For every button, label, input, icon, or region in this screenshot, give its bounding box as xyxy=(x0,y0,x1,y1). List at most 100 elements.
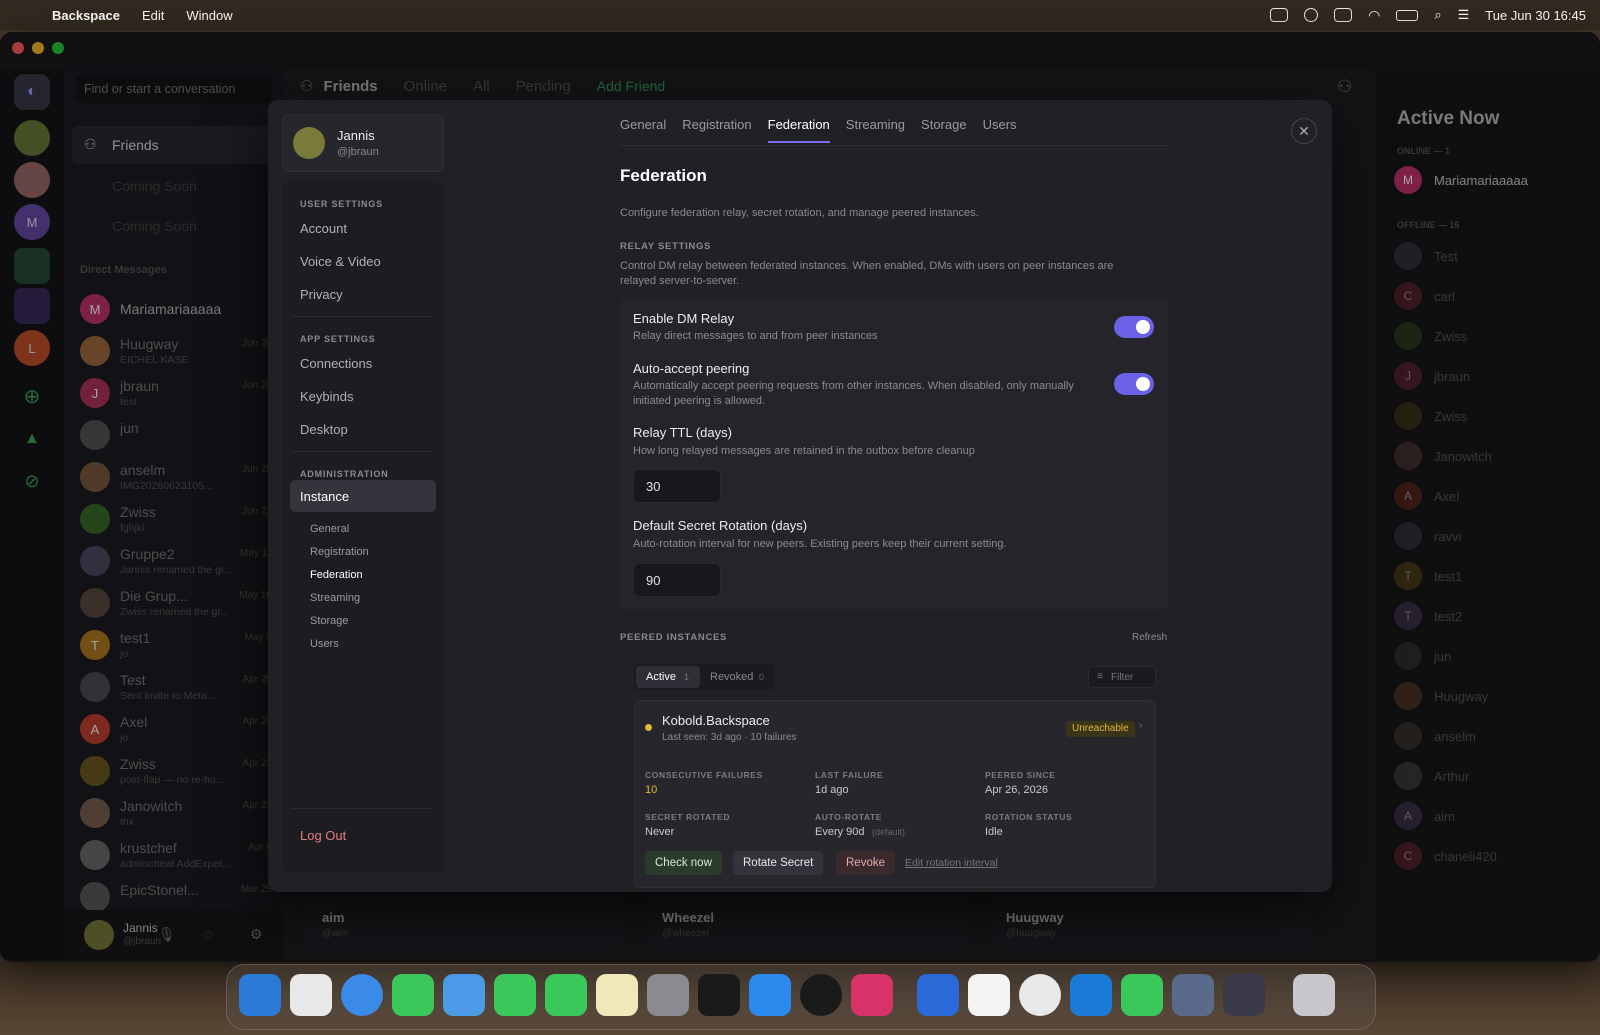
vscode-icon[interactable] xyxy=(1070,974,1112,1016)
secret-rotation-input[interactable]: 90 xyxy=(633,563,721,597)
divider xyxy=(292,316,432,317)
subnav-general[interactable]: General xyxy=(310,523,349,535)
filter-icon: ≡ xyxy=(1097,671,1103,682)
tab-active-label: Active xyxy=(646,671,676,683)
consecutive-failures-label: CONSECUTIVE FAILURES xyxy=(645,770,763,780)
intellij-icon[interactable] xyxy=(851,974,893,1016)
instance-tabs: General Registration Federation Streamin… xyxy=(620,117,1033,143)
backspace-app-icon[interactable] xyxy=(1223,974,1265,1016)
nav-desktop[interactable]: Desktop xyxy=(300,422,348,437)
nav-voice-video[interactable]: Voice & Video xyxy=(300,254,381,269)
nav-account[interactable]: Account xyxy=(300,221,347,236)
tab-federation[interactable]: Federation xyxy=(767,117,830,143)
peered-since-value: Apr 26, 2026 xyxy=(985,784,1048,796)
settings-nav: USER SETTINGS Account Voice & Video Priv… xyxy=(282,182,444,872)
disk-utility-icon[interactable] xyxy=(1172,974,1214,1016)
system-settings-icon[interactable] xyxy=(647,974,689,1016)
blank-app-icon[interactable] xyxy=(968,974,1010,1016)
close-icon[interactable]: ✕ xyxy=(1291,118,1317,144)
menu-edit[interactable]: Edit xyxy=(142,8,164,23)
whatsapp-icon[interactable] xyxy=(1121,974,1163,1016)
auto-rotate-note: (default) xyxy=(872,827,906,837)
edit-rotation-interval-link[interactable]: Edit rotation interval xyxy=(905,857,998,869)
tab-streaming[interactable]: Streaming xyxy=(846,117,905,143)
expand-chevron-icon[interactable]: › xyxy=(1139,720,1142,731)
app-settings-header: APP SETTINGS xyxy=(300,334,376,344)
display-icon[interactable] xyxy=(1334,8,1353,22)
menu-bar: Backspace Edit Window ◠ ⌕ ☰ Tue Jun 30 1… xyxy=(0,0,1600,30)
subnav-streaming[interactable]: Streaming xyxy=(310,592,360,604)
dm-relay-description: Relay direct messages to and from peer i… xyxy=(633,330,878,342)
tab-active-peers[interactable]: Active 1 xyxy=(636,666,700,688)
auto-accept-toggle[interactable] xyxy=(1114,373,1154,395)
subnav-registration[interactable]: Registration xyxy=(310,546,369,558)
nav-privacy[interactable]: Privacy xyxy=(300,287,343,302)
auto-accept-title: Auto-accept peering xyxy=(633,361,750,376)
relay-ttl-input[interactable]: 30 xyxy=(633,469,721,503)
finder-icon[interactable] xyxy=(239,974,281,1016)
apple-icon[interactable] xyxy=(18,7,32,23)
profile-card[interactable]: Jannis @jbraun xyxy=(282,114,444,172)
refresh-button[interactable]: Refresh xyxy=(1132,632,1167,643)
secret-rotation-title: Default Secret Rotation (days) xyxy=(633,518,808,533)
tab-revoked-label: Revoked xyxy=(710,671,754,683)
subnav-storage[interactable]: Storage xyxy=(310,615,349,627)
dm-relay-toggle[interactable] xyxy=(1114,316,1154,338)
mail-icon[interactable] xyxy=(443,974,485,1016)
dm-relay-title: Enable DM Relay xyxy=(633,311,735,326)
terminal-icon[interactable] xyxy=(698,974,740,1016)
menu-window[interactable]: Window xyxy=(186,8,232,23)
revoke-button[interactable]: Revoke xyxy=(836,851,895,875)
messages-icon[interactable] xyxy=(392,974,434,1016)
rotate-secret-button[interactable]: Rotate Secret xyxy=(733,851,824,875)
backspace-tray-icon[interactable] xyxy=(1270,8,1289,22)
menu-app-name[interactable]: Backspace xyxy=(52,8,120,23)
secret-rotated-value: Never xyxy=(645,826,675,838)
avatar xyxy=(293,127,325,159)
spotlight-search-icon[interactable]: ⌕ xyxy=(1434,7,1441,23)
launchpad-icon[interactable] xyxy=(290,974,332,1016)
page-description: Configure federation relay, secret rotat… xyxy=(620,207,979,219)
secret-rotation-description: Auto-rotation interval for new peers. Ex… xyxy=(633,538,1007,550)
rotation-status-value: Idle xyxy=(985,826,1003,838)
spotify-icon[interactable] xyxy=(800,974,842,1016)
xcode-icon[interactable] xyxy=(917,974,959,1016)
tab-storage[interactable]: Storage xyxy=(921,117,967,143)
tab-general[interactable]: General xyxy=(620,117,666,143)
compass-tray-icon[interactable] xyxy=(1304,8,1319,22)
unreachable-badge: Unreachable xyxy=(1066,721,1135,737)
tab-active-count: 1 xyxy=(684,672,690,682)
subnav-users[interactable]: Users xyxy=(310,638,339,650)
trash-icon[interactable] xyxy=(1293,974,1335,1016)
control-center-icon[interactable]: ☰ xyxy=(1458,7,1470,23)
rotation-status-label: ROTATION STATUS xyxy=(985,812,1073,822)
app-store-icon[interactable] xyxy=(749,974,791,1016)
administration-header: ADMINISTRATION xyxy=(300,469,389,479)
relay-description: Control DM relay between federated insta… xyxy=(620,260,1114,272)
check-now-button[interactable]: Check now xyxy=(645,851,722,875)
divider xyxy=(292,451,432,452)
nav-instance[interactable]: Instance xyxy=(290,480,436,512)
tab-revoked-peers[interactable]: Revoked 0 xyxy=(704,666,772,688)
filter-button[interactable]: ≡ Filter xyxy=(1088,666,1156,688)
wifi-icon[interactable]: ◠ xyxy=(1368,7,1380,24)
tab-users[interactable]: Users xyxy=(983,117,1017,143)
auto-accept-description: Automatically accept peering requests fr… xyxy=(633,380,1074,392)
auto-accept-description-cont: initiated peering is allowed. xyxy=(633,395,766,407)
phone-icon[interactable] xyxy=(545,974,587,1016)
battery-icon[interactable] xyxy=(1396,9,1419,21)
facetime-icon[interactable] xyxy=(494,974,536,1016)
menubar-clock[interactable]: Tue Jun 30 16:45 xyxy=(1485,8,1586,23)
chrome-icon[interactable] xyxy=(1019,974,1061,1016)
nav-keybinds[interactable]: Keybinds xyxy=(300,389,353,404)
logout-button[interactable]: Log Out xyxy=(300,828,346,843)
notes-icon[interactable] xyxy=(596,974,638,1016)
subnav-federation[interactable]: Federation xyxy=(310,569,363,581)
secret-rotated-label: SECRET ROTATED xyxy=(645,812,731,822)
auto-rotate-label: AUTO-ROTATE xyxy=(815,812,883,822)
divider xyxy=(620,145,1168,146)
divider xyxy=(292,808,432,809)
nav-connections[interactable]: Connections xyxy=(300,356,372,371)
tab-registration[interactable]: Registration xyxy=(682,117,751,143)
safari-icon[interactable] xyxy=(341,974,383,1016)
